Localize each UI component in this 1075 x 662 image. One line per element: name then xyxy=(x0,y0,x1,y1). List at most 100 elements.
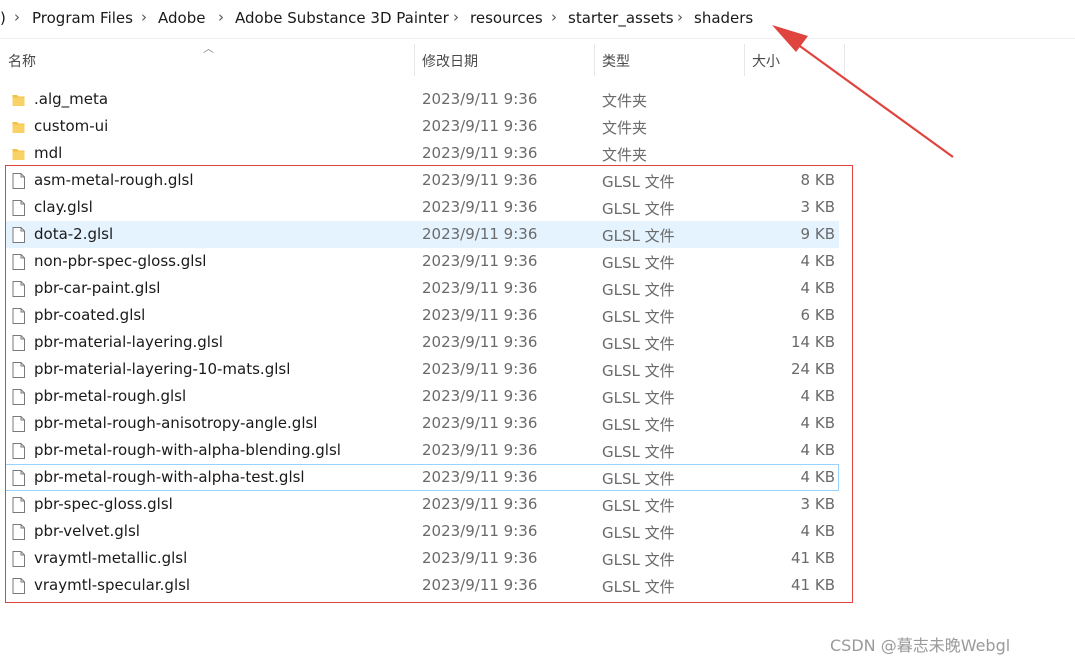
file-type: GLSL 文件 xyxy=(602,254,675,272)
file-list-row[interactable]: pbr-spec-gloss.glsl 2023/9/11 9:36 GLSL 文件… xyxy=(5,491,839,518)
file-name: asm-metal-rough.glsl xyxy=(34,171,194,189)
column-resize-handle[interactable] xyxy=(844,44,845,76)
file-type: GLSL 文件 xyxy=(602,470,675,488)
file-type: GLSL 文件 xyxy=(602,497,675,515)
file-type: GLSL 文件 xyxy=(602,578,675,596)
file-list-row[interactable]: .alg_meta 2023/9/11 9:36 文件夹 xyxy=(5,86,839,113)
file-size: 14 KB xyxy=(791,333,835,351)
file-icon xyxy=(12,470,25,486)
file-icon xyxy=(12,227,25,243)
file-type: GLSL 文件 xyxy=(602,200,675,218)
breadcrumb-item-shaders[interactable]: shaders xyxy=(694,9,753,27)
file-icon xyxy=(12,524,25,540)
file-size: 41 KB xyxy=(791,576,835,594)
file-date: 2023/9/11 9:36 xyxy=(422,333,538,351)
breadcrumb-item-program-files[interactable]: Program Files xyxy=(32,9,133,27)
chevron-right-icon[interactable]: › xyxy=(453,8,459,26)
chevron-right-icon[interactable]: › xyxy=(141,8,147,26)
file-name: vraymtl-specular.glsl xyxy=(34,576,191,594)
folder-icon xyxy=(12,119,25,135)
column-resize-handle[interactable] xyxy=(414,44,415,76)
file-icon xyxy=(12,416,25,432)
chevron-right-icon[interactable]: › xyxy=(677,8,683,26)
chevron-right-icon[interactable]: › xyxy=(551,8,557,26)
file-type: GLSL 文件 xyxy=(602,227,675,245)
file-size: 4 KB xyxy=(800,414,835,432)
address-bar[interactable]: ) › Program Files › Adobe › Adobe Substa… xyxy=(0,0,1075,38)
file-type: GLSL 文件 xyxy=(602,362,675,380)
file-date: 2023/9/11 9:36 xyxy=(422,414,538,432)
file-name: pbr-coated.glsl xyxy=(34,306,146,324)
file-type: GLSL 文件 xyxy=(602,551,675,569)
file-list-row[interactable]: asm-metal-rough.glsl 2023/9/11 9:36 GLSL 文… xyxy=(5,167,839,194)
file-size: 41 KB xyxy=(791,549,835,567)
column-header-date[interactable]: 修改日期 xyxy=(422,51,478,71)
file-list-row[interactable]: clay.glsl 2023/9/11 9:36 GLSL 文件 3 KB xyxy=(5,194,839,221)
file-icon xyxy=(12,335,25,351)
breadcrumb-item-starter-assets[interactable]: starter_assets xyxy=(568,9,674,27)
breadcrumb-item-substance-painter[interactable]: Adobe Substance 3D Painter xyxy=(235,9,449,27)
column-header-type[interactable]: 类型 xyxy=(602,51,630,71)
file-date: 2023/9/11 9:36 xyxy=(422,225,538,243)
column-resize-handle[interactable] xyxy=(744,44,745,76)
column-resize-handle[interactable] xyxy=(594,44,595,76)
file-list-row[interactable]: pbr-coated.glsl 2023/9/11 9:36 GLSL 文件 6 KB xyxy=(5,302,839,329)
file-list-row[interactable]: pbr-metal-rough.glsl 2023/9/11 9:36 GLSL 文… xyxy=(5,383,839,410)
folder-icon xyxy=(12,146,25,162)
file-list-row[interactable]: vraymtl-specular.glsl 2023/9/11 9:36 GLSL … xyxy=(5,572,839,599)
file-list-row[interactable]: vraymtl-metallic.glsl 2023/9/11 9:36 GLSL … xyxy=(5,545,839,572)
file-size: 4 KB xyxy=(800,441,835,459)
file-date: 2023/9/11 9:36 xyxy=(422,117,538,135)
file-list-row[interactable]: pbr-metal-rough-anisotropy-angle.glsl 202… xyxy=(5,410,839,437)
file-icon xyxy=(12,443,25,459)
file-size: 6 KB xyxy=(800,306,835,324)
address-bar-divider xyxy=(0,38,1075,39)
file-size: 8 KB xyxy=(800,171,835,189)
file-date: 2023/9/11 9:36 xyxy=(422,522,538,540)
file-size: 9 KB xyxy=(800,225,835,243)
file-date: 2023/9/11 9:36 xyxy=(422,468,538,486)
breadcrumb-item-adobe[interactable]: Adobe xyxy=(158,9,205,27)
file-size: 4 KB xyxy=(800,522,835,540)
file-size: 4 KB xyxy=(800,468,835,486)
file-type: GLSL 文件 xyxy=(602,173,675,191)
file-type: 文件夹 xyxy=(602,146,648,164)
file-name: pbr-material-layering-10-mats.glsl xyxy=(34,360,291,378)
file-name: pbr-car-paint.glsl xyxy=(34,279,161,297)
file-name: .alg_meta xyxy=(34,90,109,108)
file-date: 2023/9/11 9:36 xyxy=(422,198,538,216)
file-list-row[interactable]: pbr-car-paint.glsl 2023/9/11 9:36 GLSL 文件 4… xyxy=(5,275,839,302)
file-list-row[interactable]: custom-ui 2023/9/11 9:36 文件夹 xyxy=(5,113,839,140)
file-list-row[interactable]: pbr-material-layering-10-mats.glsl 2023/9… xyxy=(5,356,839,383)
column-header-name[interactable]: 名称 xyxy=(8,51,36,71)
file-list-row[interactable]: pbr-metal-rough-with-alpha-test.glsl 2023… xyxy=(5,464,839,491)
file-name: clay.glsl xyxy=(34,198,93,216)
chevron-right-icon[interactable]: › xyxy=(14,8,20,26)
file-name: mdl xyxy=(34,144,63,162)
breadcrumb-item-resources[interactable]: resources xyxy=(470,9,543,27)
file-list-row[interactable]: non-pbr-spec-gloss.glsl 2023/9/11 9:36 GLS… xyxy=(5,248,839,275)
file-list-row[interactable]: pbr-metal-rough-with-alpha-blending.glsl… xyxy=(5,437,839,464)
file-type: GLSL 文件 xyxy=(602,335,675,353)
file-size: 4 KB xyxy=(800,252,835,270)
file-date: 2023/9/11 9:36 xyxy=(422,576,538,594)
file-name: pbr-metal-rough.glsl xyxy=(34,387,187,405)
file-icon xyxy=(12,497,25,513)
file-date: 2023/9/11 9:36 xyxy=(422,306,538,324)
file-icon xyxy=(12,362,25,378)
chevron-right-icon[interactable]: › xyxy=(218,8,224,26)
file-list-row[interactable]: pbr-velvet.glsl 2023/9/11 9:36 GLSL 文件 4 KB xyxy=(5,518,839,545)
file-icon xyxy=(12,578,25,594)
file-name: pbr-spec-gloss.glsl xyxy=(34,495,173,513)
file-type: GLSL 文件 xyxy=(602,416,675,434)
column-header-size[interactable]: 大小 xyxy=(752,51,780,71)
file-type: GLSL 文件 xyxy=(602,524,675,542)
file-list-row[interactable]: dota-2.glsl 2023/9/11 9:36 GLSL 文件 9 KB xyxy=(5,221,839,248)
file-name: pbr-metal-rough-with-alpha-blending.glsl xyxy=(34,441,341,459)
file-list-row[interactable]: mdl 2023/9/11 9:36 文件夹 xyxy=(5,140,839,167)
file-list-row[interactable]: pbr-material-layering.glsl 2023/9/11 9:36… xyxy=(5,329,839,356)
file-size: 3 KB xyxy=(800,495,835,513)
file-size: 4 KB xyxy=(800,279,835,297)
file-date: 2023/9/11 9:36 xyxy=(422,441,538,459)
file-name: dota-2.glsl xyxy=(34,225,114,243)
